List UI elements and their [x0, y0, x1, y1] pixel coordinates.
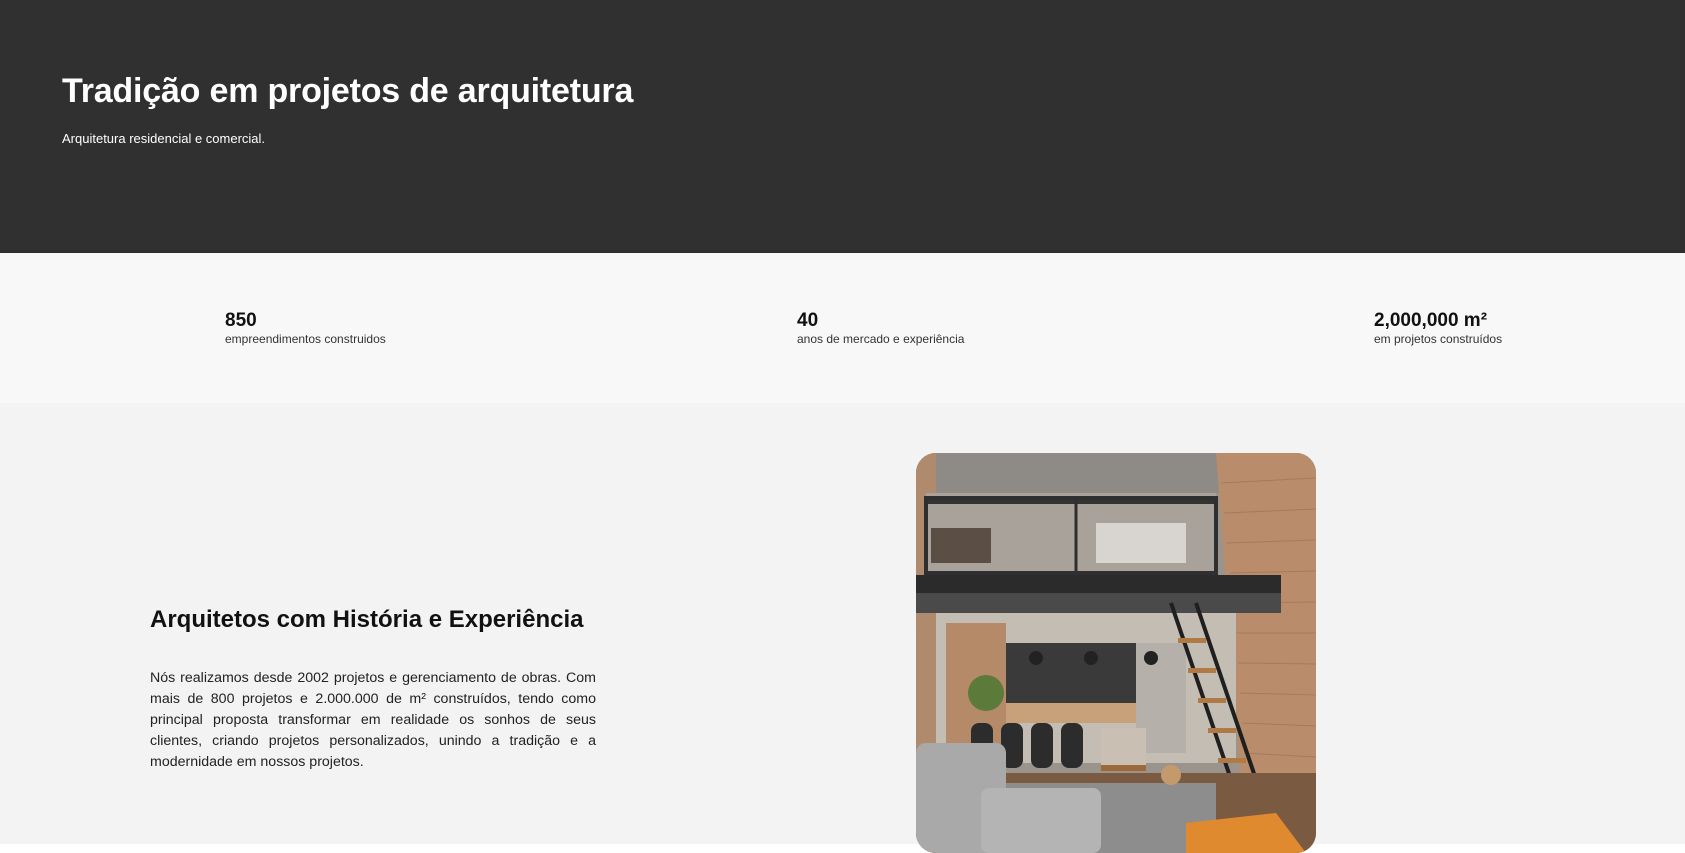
stat-label: empreendimentos construidos: [225, 332, 386, 346]
stat-number: 40: [797, 310, 819, 331]
stat-number: 2,000,000 m²: [1374, 310, 1488, 331]
stats-section: 850 empreendimentos construidos 40 anos …: [0, 253, 1685, 403]
about-title: Arquitetos com História e Experiência: [150, 606, 584, 633]
hero-title: Tradição em projetos de arquitetura: [62, 72, 634, 110]
hero-subtitle: Arquitetura residencial e comercial.: [62, 131, 266, 146]
stat-years: 40 anos de mercado e experiência: [797, 310, 964, 347]
about-text: Nós realizamos desde 2002 projetos e ger…: [150, 670, 596, 770]
stat-number: 850: [225, 310, 257, 331]
hero-section: Tradição em projetos de arquitetura Arqu…: [0, 0, 1685, 253]
stat-area: 2,000,000 m² em projetos construídos: [1374, 310, 1502, 347]
loft-interior-photo: [916, 453, 1316, 853]
stat-projects: 850 empreendimentos construidos: [225, 310, 386, 347]
stat-label: anos de mercado e experiência: [797, 332, 965, 346]
stat-label: em projetos construídos: [1374, 332, 1503, 346]
about-section: Arquitetos com História e Experiência Nó…: [0, 403, 1685, 853]
